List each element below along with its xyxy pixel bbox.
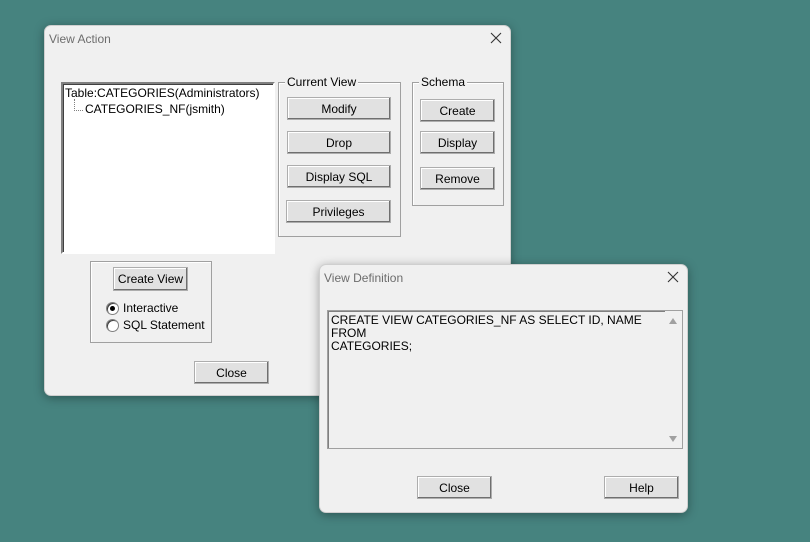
- scroll-down-arrow-icon[interactable]: [669, 436, 677, 442]
- drop-button[interactable]: Drop: [287, 131, 391, 154]
- schema-remove-button[interactable]: Remove: [420, 167, 495, 190]
- vertical-scrollbar[interactable]: [665, 311, 682, 448]
- tree-root-item[interactable]: Table:CATEGORIES(Administrators): [65, 86, 260, 100]
- view-action-close-button[interactable]: Close: [194, 361, 269, 384]
- tree-connector: [74, 99, 83, 111]
- schema-create-button[interactable]: Create: [420, 99, 495, 122]
- view-tree[interactable]: Table:CATEGORIES(Administrators) CATEGOR…: [61, 82, 275, 254]
- current-view-label: Current View: [285, 75, 359, 89]
- interactive-radio-label[interactable]: Interactive: [123, 301, 178, 315]
- create-view-button[interactable]: Create View: [113, 267, 188, 291]
- modify-button[interactable]: Modify: [287, 97, 391, 120]
- sql-statement-radio-label[interactable]: SQL Statement: [123, 318, 205, 332]
- view-action-titlebar[interactable]: View Action: [45, 26, 510, 52]
- sql-definition-textarea[interactable]: CREATE VIEW CATEGORIES_NF AS SELECT ID, …: [327, 310, 683, 449]
- display-sql-button[interactable]: Display SQL: [287, 165, 391, 188]
- scroll-up-arrow-icon[interactable]: [669, 318, 677, 324]
- sql-statement-radio[interactable]: [106, 319, 119, 332]
- schema-label: Schema: [419, 75, 468, 89]
- interactive-radio[interactable]: [106, 302, 119, 315]
- sql-definition-text: CREATE VIEW CATEGORIES_NF AS SELECT ID, …: [331, 313, 642, 353]
- help-button[interactable]: Help: [604, 476, 679, 499]
- view-definition-window: View Definition CREATE VIEW CATEGORIES_N…: [319, 264, 688, 513]
- close-icon[interactable]: [490, 32, 504, 46]
- view-definition-close-button[interactable]: Close: [417, 476, 492, 499]
- close-icon[interactable]: [667, 271, 681, 285]
- schema-display-button[interactable]: Display: [420, 131, 495, 154]
- radio-selected-dot: [110, 306, 115, 311]
- window-title: View Definition: [324, 271, 404, 285]
- tree-child-item[interactable]: CATEGORIES_NF(jsmith): [85, 102, 225, 116]
- privileges-button[interactable]: Privileges: [286, 200, 391, 223]
- view-definition-titlebar[interactable]: View Definition: [320, 265, 687, 291]
- window-title: View Action: [49, 32, 111, 46]
